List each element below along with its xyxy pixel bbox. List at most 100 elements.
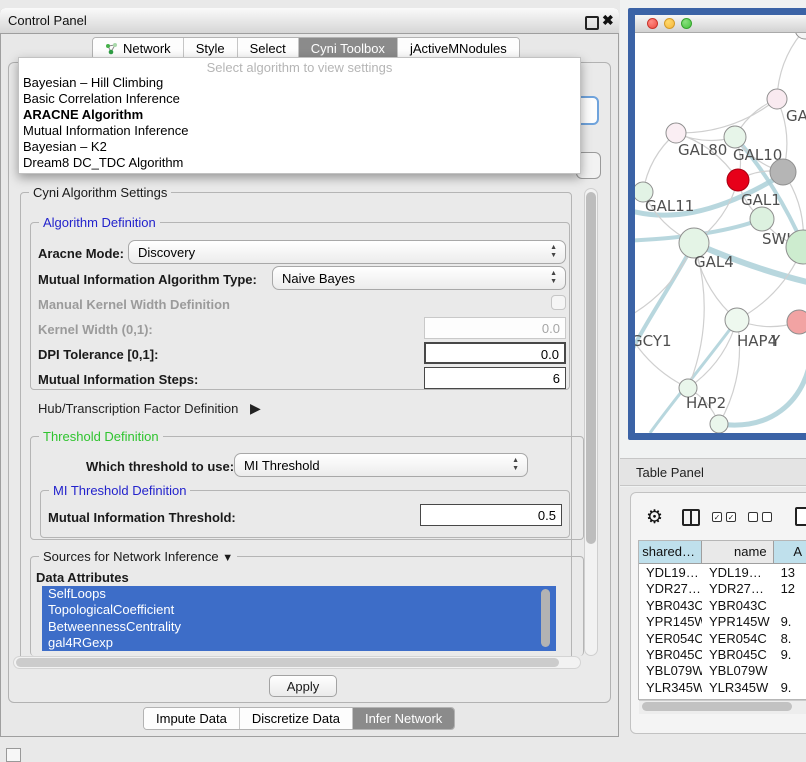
table-row[interactable]: YDL19…YDL19…13 xyxy=(639,564,806,580)
network-node-y[interactable] xyxy=(787,310,806,334)
network-node-label: GAL11 xyxy=(645,197,694,215)
expand-right-icon[interactable]: ▶ xyxy=(250,400,261,416)
checked-checkbox-icon[interactable]: ✓ xyxy=(712,512,722,522)
close-panel-icon[interactable]: ✖ xyxy=(602,12,614,29)
which-threshold-label: Which threshold to use: xyxy=(86,459,234,474)
tab-select[interactable]: Select xyxy=(237,38,298,59)
table-row[interactable]: YBR045CYBR045C9. xyxy=(639,646,806,662)
network-node-gal1[interactable] xyxy=(727,169,749,191)
spinner-arrows-icon: ▲▼ xyxy=(512,457,519,473)
algorithm-option[interactable]: Dream8 DC_TDC Algorithm xyxy=(19,155,580,171)
mi-steps-field[interactable]: 6 xyxy=(424,367,566,389)
column-header[interactable]: shared… xyxy=(639,541,702,563)
algorithm-dropdown[interactable]: Select algorithm to view settings Bayesi… xyxy=(18,57,581,174)
which-threshold-combo[interactable]: MI Threshold ▲▼ xyxy=(234,453,528,477)
attribute-item[interactable]: TopologicalCoefficient xyxy=(42,602,556,618)
network-canvas[interactable]: GALGAL80GAL10GAL1SWI4GAL11GAL4GCY1HAP4YH… xyxy=(635,33,806,433)
algorithm-option[interactable]: ARACNE Algorithm xyxy=(19,107,580,123)
bottom-tab-impute-data[interactable]: Impute Data xyxy=(144,708,239,729)
gear-icon[interactable]: ⚙ xyxy=(646,506,663,529)
unchecked-checkbox-icon[interactable] xyxy=(762,512,772,522)
tab-jactivemnodules[interactable]: jActiveMNodules xyxy=(397,38,519,59)
network-edge-thick[interactable] xyxy=(719,358,806,425)
table-row[interactable]: YDR27…YDR27…12 xyxy=(639,580,806,596)
dpi-tolerance-field[interactable]: 0.0 xyxy=(424,342,566,364)
attribute-item[interactable]: SelfLoops xyxy=(42,586,556,602)
algorithm-definition-title: Algorithm Definition xyxy=(39,215,160,230)
attributes-scrollbar-thumb[interactable] xyxy=(541,589,550,647)
network-node-swi4[interactable] xyxy=(750,207,774,231)
table-cell: YER054C xyxy=(702,630,774,646)
checked-checkbox-icon[interactable]: ✓ xyxy=(726,512,736,522)
network-node-gal[interactable] xyxy=(767,89,787,109)
algorithm-option[interactable]: Mutual Information Inference xyxy=(19,123,580,139)
manual-kernel-checkbox[interactable] xyxy=(551,295,566,310)
network-node-label: GAL xyxy=(786,107,806,125)
table-row[interactable]: YPR145WYPR145W9. xyxy=(639,613,806,629)
expand-down-icon[interactable]: ▼ xyxy=(222,552,233,564)
hub-definition-toggle[interactable]: Hub/Transcription Factor Definition ▶ xyxy=(38,400,261,417)
network-node[interactable] xyxy=(710,415,728,433)
table-row[interactable]: YER054CYER054C8. xyxy=(639,630,806,646)
node-table[interactable]: shared…nameAYDL19…YDL19…13YDR27…YDR27…12… xyxy=(638,540,806,700)
dpi-tolerance-label: DPI Tolerance [0,1]: xyxy=(38,347,158,362)
network-node-gal80[interactable] xyxy=(666,123,686,143)
algorithm-option[interactable]: Basic Correlation Inference xyxy=(19,91,580,107)
spinner-arrows-icon: ▲▼ xyxy=(550,270,557,286)
algorithm-option[interactable]: Bayesian – Hill Climbing xyxy=(19,75,580,91)
apply-button[interactable]: Apply xyxy=(269,675,337,697)
network-edge[interactable] xyxy=(777,33,805,99)
algorithm-option[interactable]: Bayesian – K2 xyxy=(19,139,580,155)
network-node-label: HAP2 xyxy=(686,394,726,412)
bottom-left-panel-icon[interactable] xyxy=(6,748,21,762)
unchecked-checkbox-icon[interactable] xyxy=(748,512,758,522)
network-window-titlebar[interactable] xyxy=(635,15,806,33)
table-cell: 13 xyxy=(774,564,806,580)
sources-group-title: Sources for Network Inference ▼ xyxy=(39,549,237,564)
data-attributes-list[interactable]: SelfLoopsTopologicalCoefficientBetweenne… xyxy=(42,586,556,652)
column-header[interactable]: name xyxy=(702,541,774,563)
network-node-label: Y xyxy=(770,332,781,350)
manual-kernel-label: Manual Kernel Width Definition xyxy=(38,297,230,312)
table-cell: 8. xyxy=(774,630,806,646)
float-window-icon[interactable] xyxy=(585,16,599,30)
tab-network[interactable]: Network xyxy=(93,38,183,59)
minimize-traffic-light-icon[interactable] xyxy=(664,18,675,29)
attribute-item[interactable]: BetweennessCentrality xyxy=(42,619,556,635)
network-edge[interactable] xyxy=(676,99,777,133)
tab-cyni-toolbox[interactable]: Cyni Toolbox xyxy=(298,38,397,59)
aracne-mode-combo[interactable]: Discovery ▲▼ xyxy=(128,240,566,264)
mi-steps-label: Mutual Information Steps: xyxy=(38,372,198,387)
algorithm-dropdown-prompt: Select algorithm to view settings xyxy=(19,58,580,75)
bottom-tab-infer-network[interactable]: Infer Network xyxy=(352,708,454,729)
page-icon[interactable] xyxy=(795,507,806,526)
tab-style[interactable]: Style xyxy=(183,38,237,59)
table-cell: YLR345W xyxy=(702,679,774,695)
network-node-hap4[interactable] xyxy=(725,308,749,332)
table-row[interactable]: YBL079WYBL079W xyxy=(639,662,806,678)
spinner-arrows-icon: ▲▼ xyxy=(550,244,557,260)
tab-label: jActiveMNodules xyxy=(410,41,507,56)
settings-vscrollbar-thumb[interactable] xyxy=(586,192,596,544)
table-hscrollbar-thumb[interactable] xyxy=(642,702,792,711)
network-node[interactable] xyxy=(795,33,806,39)
network-edge-thick[interactable] xyxy=(635,243,694,378)
mi-threshold-field[interactable]: 0.5 xyxy=(420,504,562,526)
table-cell: YBR043C xyxy=(702,597,774,613)
zoom-traffic-light-icon[interactable] xyxy=(681,18,692,29)
columns-icon[interactable] xyxy=(682,509,700,526)
network-node-gal10[interactable] xyxy=(724,126,746,148)
control-panel-titlebar[interactable] xyxy=(0,8,619,34)
network-node[interactable] xyxy=(770,159,796,185)
table-row[interactable]: YLR345WYLR345W9. xyxy=(639,679,806,695)
sources-title-text: Sources for Network Inference xyxy=(43,549,219,564)
column-header[interactable]: A xyxy=(774,541,806,563)
close-traffic-light-icon[interactable] xyxy=(647,18,658,29)
mi-type-combo[interactable]: Naive Bayes ▲▼ xyxy=(272,266,566,290)
settings-hscrollbar-thumb[interactable] xyxy=(16,658,559,667)
kernel-width-field[interactable]: 0.0 xyxy=(424,317,566,339)
attribute-item[interactable]: gal4RGexp xyxy=(42,635,556,651)
bottom-tab-discretize-data[interactable]: Discretize Data xyxy=(239,708,352,729)
table-cell: YDR27… xyxy=(702,580,774,596)
table-row[interactable]: YBR043CYBR043C xyxy=(639,597,806,613)
